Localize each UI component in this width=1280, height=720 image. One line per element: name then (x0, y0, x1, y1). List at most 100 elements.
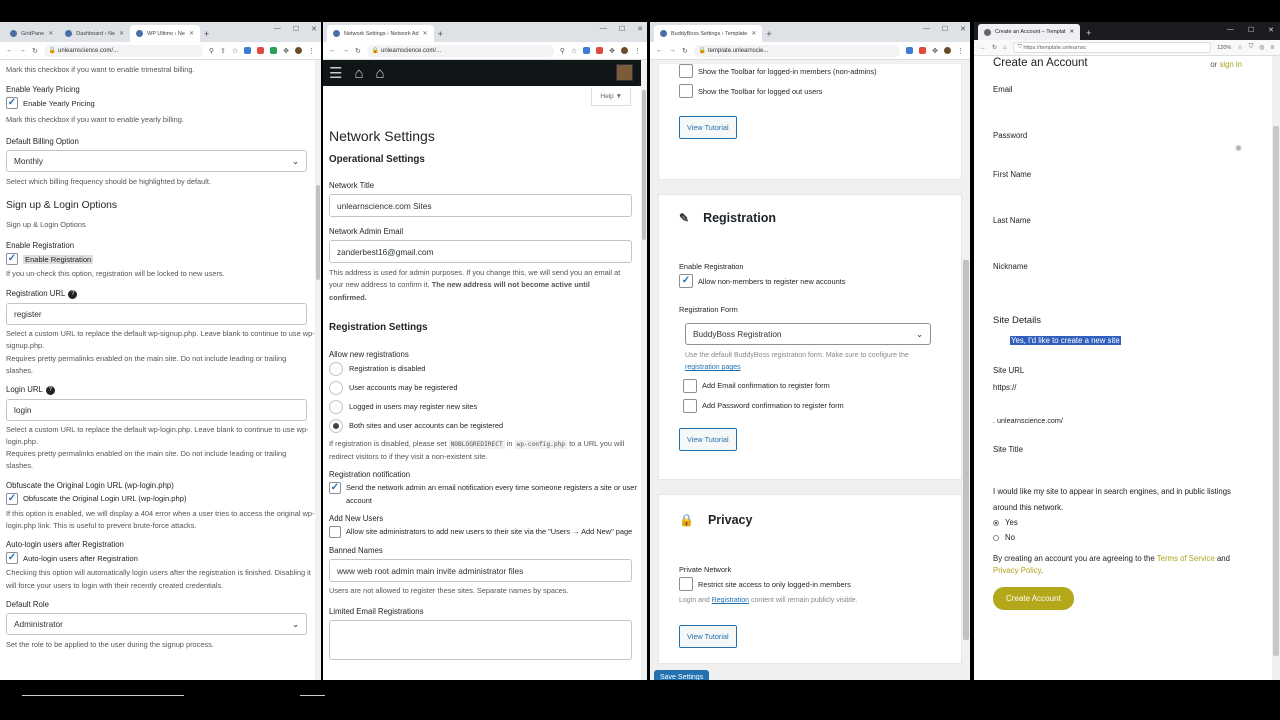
close-window-icon[interactable]: ✕ (637, 25, 643, 33)
help-icon[interactable]: ? (68, 289, 78, 299)
auto-login-checkbox-row[interactable]: ✓ Auto-login users after Registration (6, 552, 315, 565)
my-sites-icon[interactable]: ⌂ (354, 66, 363, 81)
banned-names-input[interactable]: www web root admin main invite administr… (329, 559, 632, 583)
menu-dots-icon[interactable]: ⋮ (308, 47, 315, 55)
tab-wp-ultimo[interactable]: WP Ultimo ‹ Ne ✕ (130, 25, 200, 42)
billing-select[interactable]: Monthly ⌄ (6, 149, 307, 172)
login-url-input[interactable]: login (6, 398, 307, 421)
radio-button-selected[interactable] (993, 519, 999, 526)
registration-pages-link[interactable]: registration pages (685, 364, 741, 371)
yearly-checkbox-row[interactable]: ✓ Enable Yearly Pricing (6, 97, 315, 110)
back-icon[interactable]: ← (980, 45, 986, 51)
reload-icon[interactable]: ↻ (355, 47, 361, 55)
checkbox-checked[interactable]: ✓ (6, 492, 18, 505)
extension-icon[interactable] (906, 47, 914, 54)
bookmark-star-icon[interactable]: ☆ (571, 47, 577, 55)
menu-icon[interactable]: ≡ (1270, 45, 1274, 51)
radio-button[interactable] (329, 380, 343, 395)
close-tab-icon[interactable]: ✕ (751, 30, 756, 37)
puzzle-icon[interactable]: ✥ (932, 47, 938, 55)
new-tab-button[interactable]: + (1080, 28, 1097, 40)
avatar[interactable] (616, 64, 633, 81)
checkbox-unchecked[interactable] (679, 577, 693, 591)
limited-email-textarea[interactable] (329, 619, 632, 660)
site-url-input[interactable] (993, 392, 1261, 416)
scrollbar[interactable] (962, 60, 970, 680)
tab-network-settings[interactable]: Network Settings ‹ Network Ad ✕ (327, 25, 434, 42)
sign-in-link[interactable]: sign in (1219, 60, 1242, 69)
radio-button-selected[interactable] (329, 418, 343, 433)
minimize-icon[interactable]: — (923, 25, 930, 33)
scrollbar-thumb[interactable] (1273, 126, 1279, 656)
checkbox-checked[interactable]: ✓ (6, 253, 18, 266)
close-tab-icon[interactable]: ✕ (423, 30, 428, 37)
close-tab-icon[interactable]: ✕ (48, 30, 53, 37)
checkbox-unchecked[interactable] (679, 84, 693, 98)
network-title-input[interactable]: unlearnscience.com Sites (329, 194, 632, 217)
radio-registration-disabled[interactable]: Registration is disabled (329, 361, 641, 376)
password-confirmation-row[interactable]: Add Password confirmation to register fo… (683, 398, 941, 413)
scrollbar[interactable] (1272, 56, 1280, 680)
tab-dashboard[interactable]: Dashboard ‹ Ne ✕ (59, 25, 130, 42)
registration-link[interactable]: Registration (712, 597, 749, 604)
maximize-icon[interactable]: ☐ (942, 25, 948, 33)
bookmark-star-icon[interactable]: ☆ (232, 47, 238, 55)
registration-form-select[interactable]: BuddyBoss Registration ⌄ (685, 323, 931, 345)
email-confirmation-row[interactable]: Add Email confirmation to register form (683, 378, 941, 393)
create-account-button[interactable]: Create Account (993, 587, 1074, 610)
help-button[interactable]: Help ▼ (591, 88, 631, 106)
maximize-icon[interactable]: ☐ (1248, 26, 1254, 34)
tab-gridpane[interactable]: GridPane ✕ (4, 25, 59, 42)
radio-no[interactable]: No (993, 533, 1261, 542)
scrollbar-thumb[interactable] (642, 90, 646, 240)
view-tutorial-button[interactable]: View Tutorial (679, 116, 737, 139)
extension-icon[interactable] (596, 47, 604, 54)
registration-checkbox-row[interactable]: ✓ Enable Registration (6, 253, 315, 266)
back-icon[interactable]: ← (6, 47, 13, 54)
radio-button[interactable] (329, 399, 343, 414)
save-settings-button[interactable]: Save Settings (654, 670, 710, 680)
close-tab-icon[interactable]: ✕ (119, 30, 124, 37)
checkbox-checked[interactable]: ✓ (329, 482, 341, 495)
new-tab-button[interactable]: + (434, 25, 447, 42)
radio-button[interactable] (993, 534, 999, 541)
allow-registration-row[interactable]: ✓ Allow non-members to register new accou… (679, 274, 941, 288)
zoom-icon[interactable]: ⚲ (560, 47, 565, 55)
checkbox-unchecked[interactable] (683, 398, 697, 413)
zoom-level[interactable]: 120% (1217, 45, 1231, 51)
extension-icon[interactable] (583, 47, 591, 54)
privacy-policy-link[interactable]: Privacy Policy (993, 566, 1041, 575)
back-icon[interactable]: ← (329, 47, 336, 54)
minimize-icon[interactable]: — (600, 25, 607, 33)
password-input[interactable]: ◉ (993, 140, 1261, 156)
url-field[interactable]: ⛉ https://template.unlearnsc (1012, 42, 1212, 53)
extension-icon[interactable] (270, 47, 278, 54)
menu-hamburger-icon[interactable]: ☰ (329, 66, 342, 81)
create-site-checkbox-row[interactable]: Yes, I'd like to create a new site (993, 330, 1261, 348)
close-tab-icon[interactable]: ✕ (189, 30, 194, 37)
avatar[interactable] (295, 47, 302, 54)
checkbox-unchecked[interactable] (679, 64, 693, 78)
extension-icon[interactable] (244, 47, 252, 54)
admin-email-input[interactable]: zanderbest16@gmail.com (329, 240, 632, 263)
terms-link[interactable]: Terms of Service (1157, 554, 1215, 563)
checkbox-checked[interactable]: ✓ (6, 552, 18, 565)
radio-user-accounts[interactable]: User accounts may be registered (329, 380, 641, 395)
view-tutorial-button[interactable]: View Tutorial (679, 427, 737, 451)
first-name-input[interactable] (993, 179, 1261, 195)
minimize-icon[interactable]: — (1227, 26, 1234, 34)
account-icon[interactable]: ◎ (1259, 44, 1264, 51)
url-field[interactable]: 🔒 template.unlearnscie... (693, 44, 901, 57)
checkbox-checked[interactable]: ✓ (679, 274, 693, 288)
minimize-icon[interactable]: — (274, 25, 281, 33)
reload-icon[interactable]: ↻ (32, 47, 38, 55)
checkbox-unchecked[interactable] (683, 378, 697, 393)
toolbar-members-row[interactable]: Show the Toolbar for logged-in members (… (679, 64, 941, 78)
url-field[interactable]: 🔒 unlearnscience.com/... (366, 44, 554, 57)
scrollbar[interactable] (315, 60, 321, 680)
close-tab-icon[interactable]: ✕ (1070, 29, 1075, 35)
forward-icon[interactable]: → (342, 47, 349, 54)
toolbar-logged-out-row[interactable]: Show the Toolbar for logged out users (679, 84, 941, 98)
zoom-icon[interactable]: ⚲ (209, 47, 214, 55)
tab-create-account[interactable]: Create an Account – Templat ✕ (978, 24, 1081, 40)
